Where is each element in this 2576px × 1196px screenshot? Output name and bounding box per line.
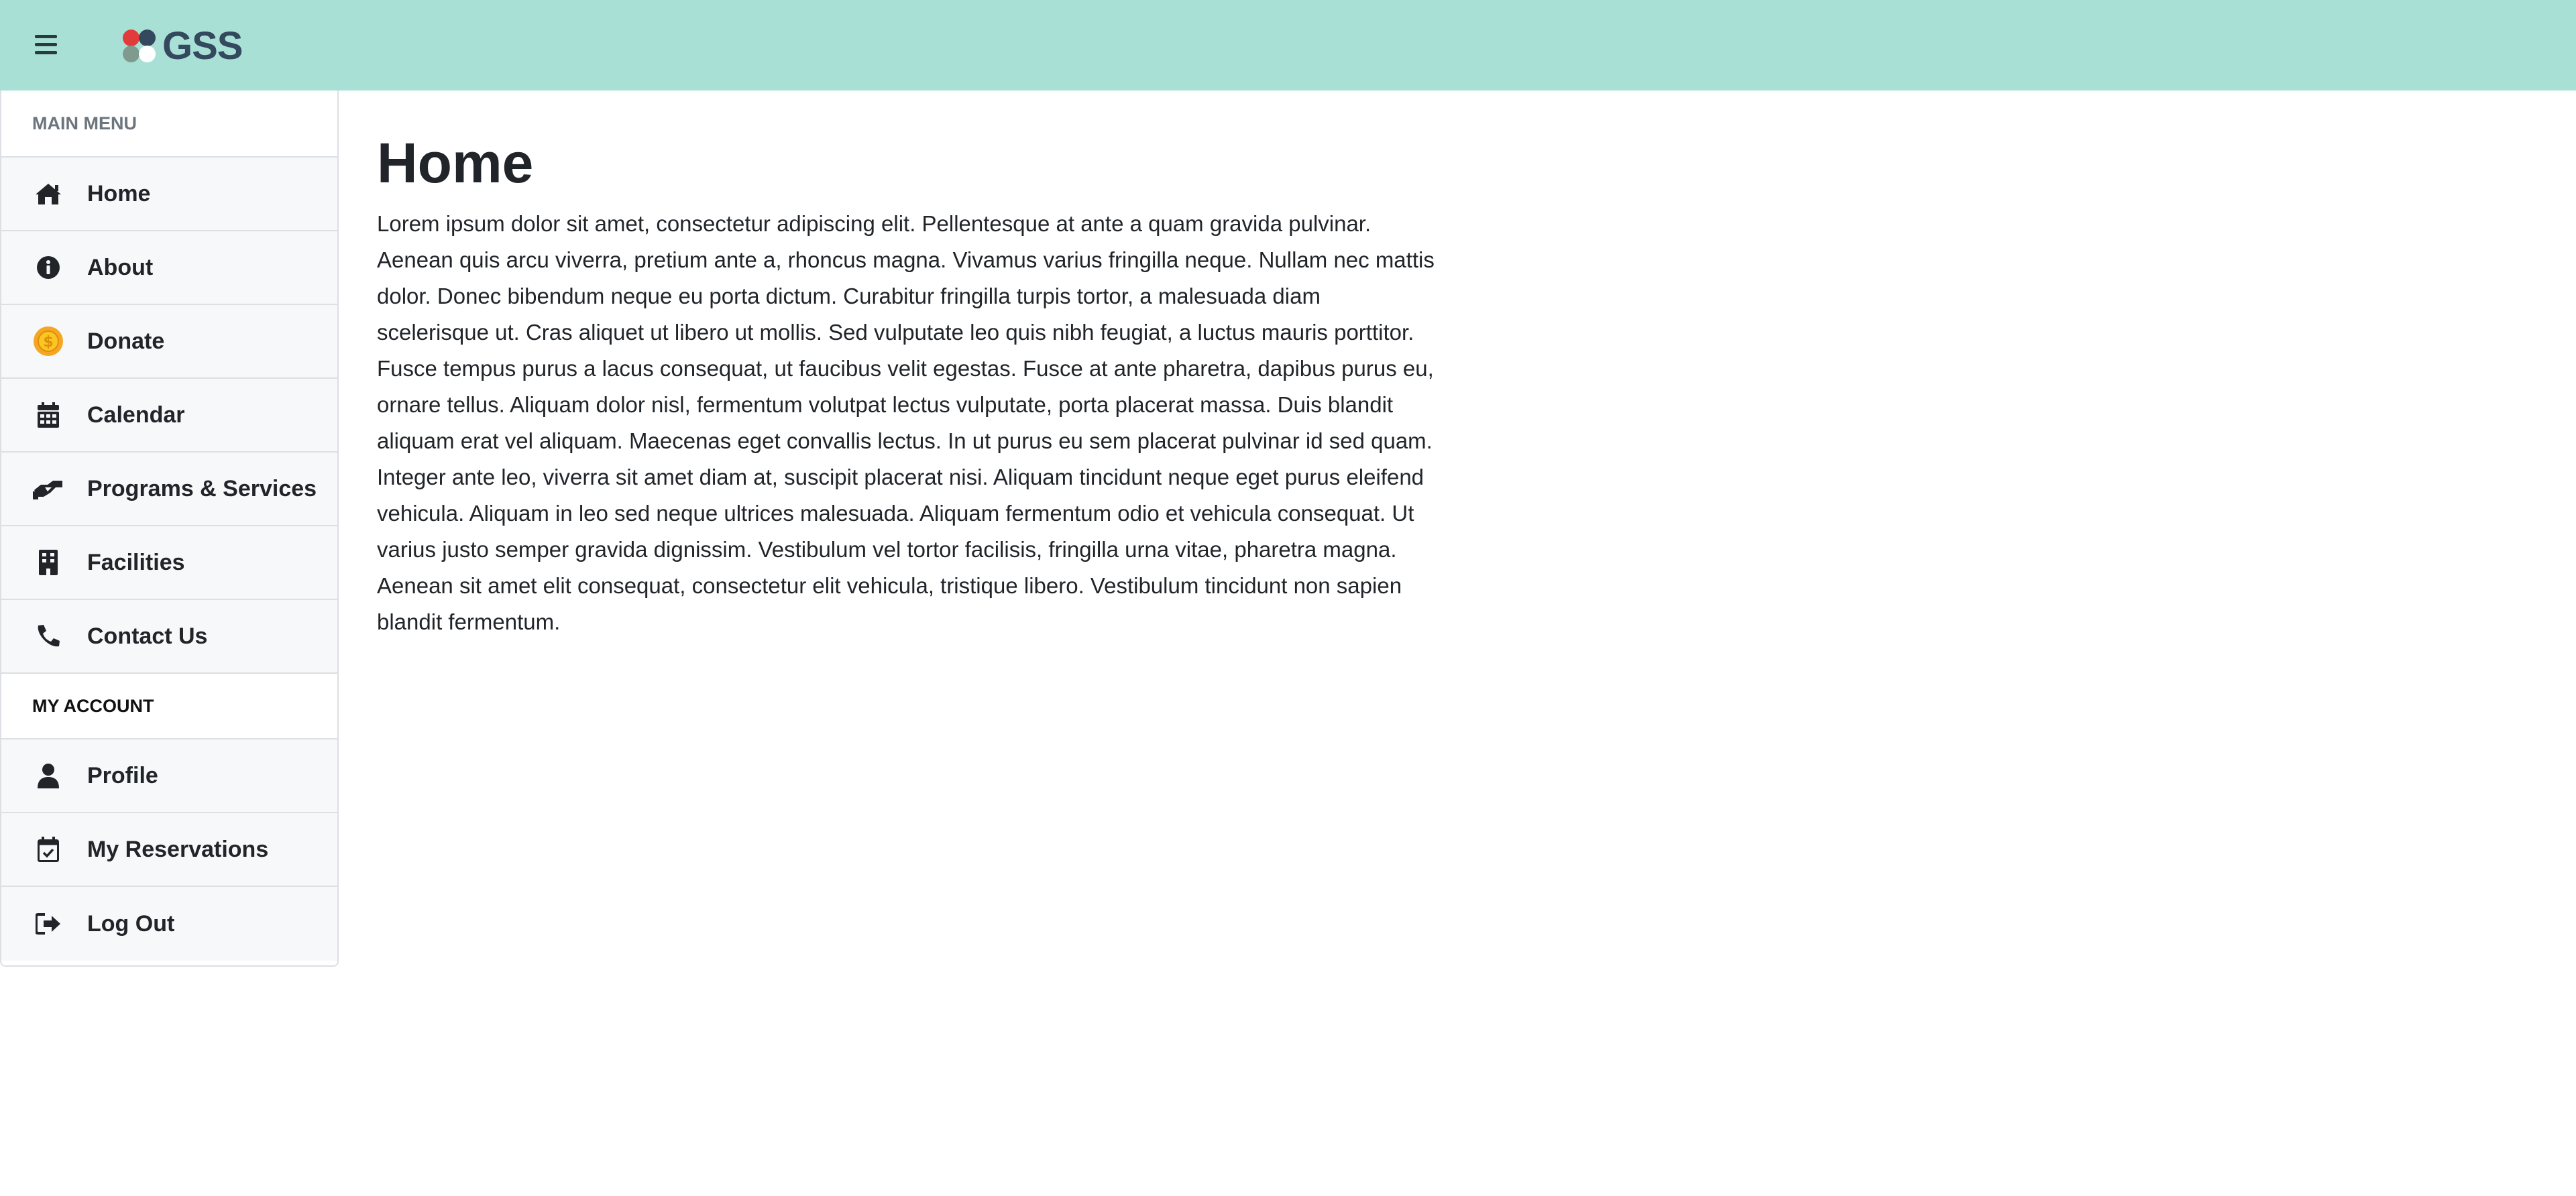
svg-text:$: $ — [43, 334, 53, 351]
sidebar-item-label: Donate — [87, 328, 165, 354]
sidebar-item-programs-services[interactable]: Programs & Services — [1, 453, 337, 526]
logo-mark-icon — [121, 27, 158, 65]
phone-icon — [1, 624, 87, 648]
sidebar-item-label: About — [87, 254, 154, 280]
sign-out-icon — [1, 913, 87, 935]
my-account-header: MY ACCOUNT — [1, 674, 337, 739]
calendar-check-icon — [1, 837, 87, 862]
top-navbar: GSS — [0, 0, 2576, 91]
handshake-icon — [1, 477, 87, 501]
main-content: Home Lorem ipsum dolor sit amet, consect… — [377, 91, 1437, 640]
sidebar-item-contact-us[interactable]: Contact Us — [1, 600, 337, 674]
sidebar-item-facilities[interactable]: Facilities — [1, 526, 337, 600]
hamburger-icon[interactable] — [27, 25, 64, 63]
sidebar-item-about[interactable]: About — [1, 231, 337, 305]
sidebar-item-label: Profile — [87, 762, 158, 788]
sidebar-item-label: Programs & Services — [87, 475, 317, 501]
info-circle-icon — [1, 255, 87, 280]
main-menu-header: MAIN MENU — [1, 91, 337, 158]
sidebar-item-label: Log Out — [87, 910, 175, 937]
sidebar-item-label: Home — [87, 180, 151, 206]
coin-icon: $ — [1, 326, 87, 357]
sidebar-item-home[interactable]: Home — [1, 158, 337, 231]
sidebar-item-label: Calendar — [87, 402, 185, 428]
user-icon — [1, 763, 87, 788]
sidebar-item-donate[interactable]: $ Donate — [1, 305, 337, 379]
sidebar-item-label: My Reservations — [87, 836, 269, 862]
sidebar-item-profile[interactable]: Profile — [1, 739, 337, 813]
logo[interactable]: GSS — [121, 27, 243, 66]
sidebar-item-calendar[interactable]: Calendar — [1, 379, 337, 453]
sidebar: MAIN MENU Home About $ Donate Calendar P… — [0, 91, 339, 967]
page-body-text: Lorem ipsum dolor sit amet, consectetur … — [377, 211, 1435, 634]
home-icon — [1, 182, 87, 205]
sidebar-item-label: Facilities — [87, 549, 185, 575]
sidebar-item-log-out[interactable]: Log Out — [1, 887, 337, 961]
calendar-icon — [1, 402, 87, 428]
building-icon — [1, 550, 87, 575]
logo-text: GSS — [162, 24, 243, 68]
sidebar-item-my-reservations[interactable]: My Reservations — [1, 813, 337, 887]
sidebar-item-label: Contact Us — [87, 623, 208, 649]
page-title: Home — [377, 131, 534, 194]
